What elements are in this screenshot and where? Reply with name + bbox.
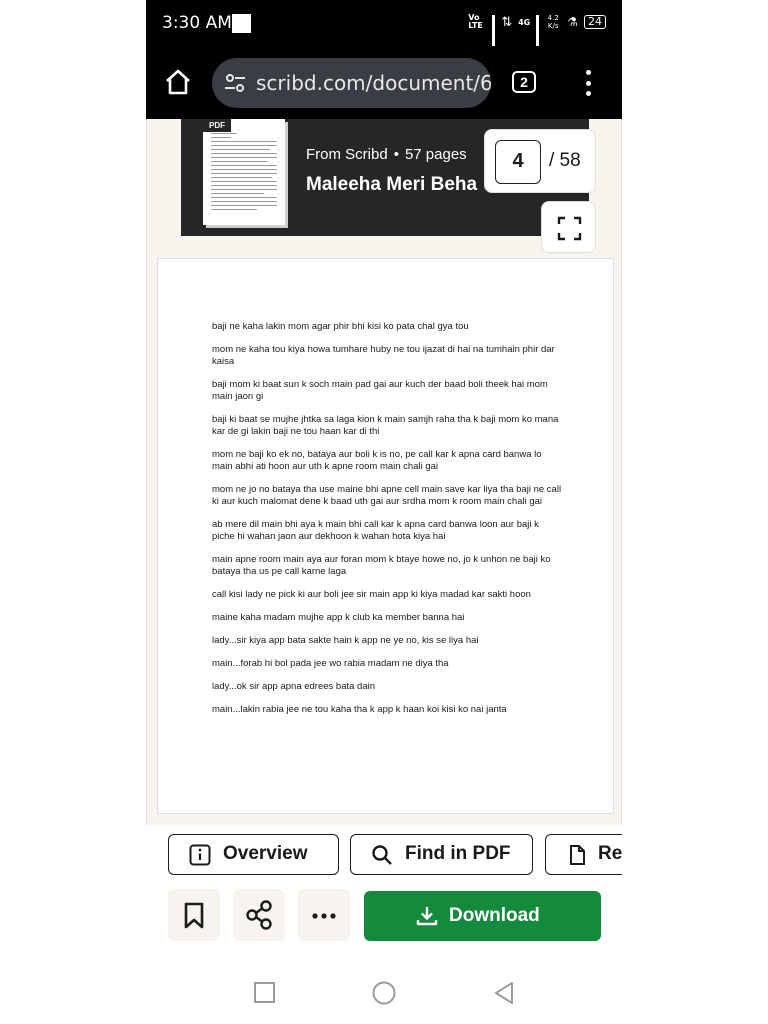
ellipsis-icon	[312, 913, 336, 919]
search-icon	[372, 845, 392, 865]
action-bar: Download	[146, 889, 622, 943]
page-text: baji ne kaha lakin mom agar phir bhi kis…	[212, 321, 562, 727]
page-paragraph: baji mom ki baat sun k soch main pad gai…	[212, 379, 548, 402]
fullscreen-icon	[557, 216, 582, 241]
status-bar: 3:30 AM Vo LTE ⇅ 4G 4.2 K/s ⚗ 24	[146, 0, 622, 49]
page-paragraph: lady...ok sir app apna edrees bata dain	[212, 681, 376, 692]
page-paragraph: main apne room main aya aur foran mom k …	[212, 554, 551, 577]
more-menu-icon[interactable]	[586, 70, 592, 96]
document-source: From Scribd	[306, 146, 388, 163]
document-icon	[570, 845, 585, 865]
pdf-badge: PDF	[203, 119, 231, 132]
url-bar[interactable]: scribd.com/document/628	[212, 58, 491, 108]
bookmark-icon	[184, 902, 204, 929]
download-label: Download	[449, 905, 540, 926]
save-button[interactable]	[168, 889, 220, 941]
document-thumbnail[interactable]: PDF	[203, 119, 285, 225]
home-icon[interactable]	[164, 68, 192, 96]
download-button[interactable]: Download	[364, 891, 601, 941]
overview-label: Overview	[223, 843, 308, 864]
network-indicators: Vo LTE ⇅ 4G 4.2 K/s ⚗ 24	[468, 13, 606, 49]
find-label: Find in PDF	[405, 843, 511, 864]
net-4g-label: 4G	[518, 17, 531, 27]
document-pages: 57 pages	[404, 146, 467, 163]
speed-label: 4.2 K/s	[547, 14, 559, 30]
system-nav-bar	[146, 968, 622, 1018]
read-button[interactable]: Re	[545, 834, 622, 875]
volte-label: Vo LTE	[468, 13, 483, 30]
page-indicator: 4 / 58	[484, 129, 596, 193]
status-time: 3:30 AM	[162, 13, 232, 33]
page-paragraph: baji ne kaha lakin mom agar phir bhi kis…	[212, 321, 469, 332]
page-paragraph: mom ne baji ko ek no, bataya aur boli k …	[212, 449, 542, 472]
page-paragraph: main...forab hi bol pada jee wo rabia ma…	[212, 658, 449, 669]
info-icon	[189, 844, 211, 866]
document-title: Maleeha Meri Beha	[306, 174, 478, 195]
page-paragraph: mom ne kaha tou kiya howa tumhare huby n…	[212, 344, 555, 367]
lab-icon: ⚗	[567, 15, 578, 29]
battery-icon: 24	[584, 15, 606, 29]
document-meta: From Scribd • 57 pages	[306, 146, 467, 163]
fullscreen-button[interactable]	[541, 201, 596, 253]
current-page-input[interactable]: 4	[495, 140, 541, 184]
page-paragraph: lady...sir kiya app bata sakte hain k ap…	[212, 635, 479, 646]
tab-switcher-button[interactable]: 2	[512, 71, 536, 93]
total-pages: / 58	[549, 150, 581, 171]
page-paragraph: ab mere dil main bhi aya k main bhi call…	[212, 519, 539, 542]
read-label: Re	[598, 843, 622, 864]
download-icon	[416, 907, 438, 926]
page-paragraph: baji ki baat se mujhe jhtka sa laga kion…	[212, 414, 559, 437]
page-paragraph: call kisi lady ne pick ki aur boli jee s…	[212, 589, 531, 600]
thumbnail-text-lines	[211, 133, 277, 213]
recents-icon[interactable]	[250, 978, 280, 1008]
more-options-button[interactable]	[298, 889, 350, 941]
overview-button[interactable]: Overview	[168, 834, 339, 875]
meta-dot: •	[393, 146, 399, 163]
share-icon	[246, 900, 272, 930]
find-in-pdf-button[interactable]: Find in PDF	[350, 834, 533, 875]
url-text: scribd.com/document/628	[256, 71, 491, 95]
home-nav-icon[interactable]	[369, 978, 399, 1008]
browser-toolbar: scribd.com/document/628 2	[146, 46, 622, 119]
signal-4g-icon	[536, 15, 540, 49]
document-viewer: PDF From Scribd • 57 pages Maleeha Meri Be…	[146, 119, 622, 825]
phone-screen: 3:30 AM Vo LTE ⇅ 4G 4.2 K/s ⚗ 24 scribd.…	[146, 0, 622, 1024]
notification-icon	[232, 14, 251, 33]
share-button[interactable]	[233, 889, 285, 941]
data-arrows-icon: ⇅	[501, 14, 513, 30]
page-paragraph: mom ne jo no bataya tha use maine bhi ap…	[212, 484, 562, 507]
site-settings-icon[interactable]	[224, 72, 246, 94]
document-page: baji ne kaha lakin mom agar phir bhi kis…	[157, 258, 614, 814]
back-icon[interactable]	[490, 978, 520, 1008]
document-tabs: Overview Find in PDF Re	[146, 834, 622, 876]
page-paragraph: main...lakin rabia jee ne tou kaha tha k…	[212, 704, 507, 715]
signal-icon	[492, 15, 496, 49]
page-paragraph: maine kaha madam mujhe app k club ka mem…	[212, 612, 465, 623]
